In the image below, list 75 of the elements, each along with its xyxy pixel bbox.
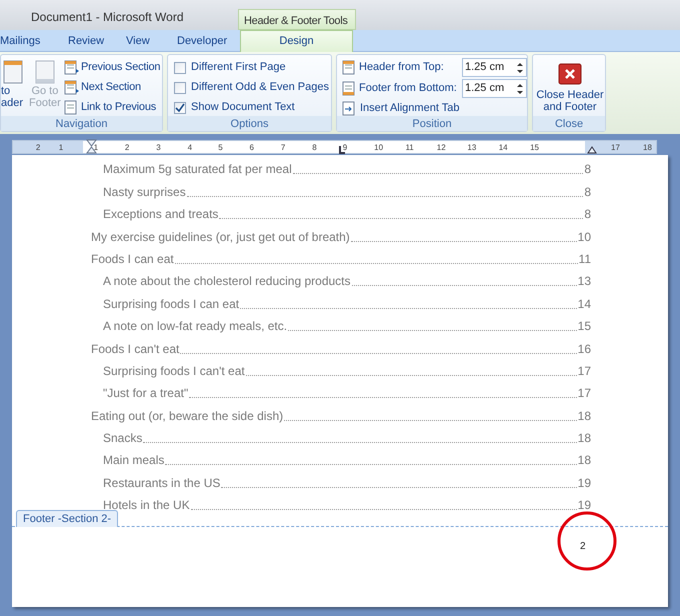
ruler-number: 1: [58, 142, 64, 154]
linked-pages-icon: [63, 100, 79, 115]
ruler-number: 2: [124, 142, 130, 154]
ruler-number: 8: [312, 142, 317, 154]
margin-icon: [341, 81, 357, 96]
ruler-number: 6: [250, 142, 254, 154]
ruler-number: 2: [36, 142, 40, 154]
ribbon-tab[interactable]: Review: [64, 30, 108, 52]
toc-entry[interactable]: "Just for a treat" 17: [91, 382, 591, 404]
group-label: Options: [168, 116, 331, 131]
ruler-number: 18: [643, 142, 652, 154]
ruler-number: 4: [188, 142, 192, 154]
nav-button[interactable]: Previous Section: [63, 59, 160, 76]
group-label: Position: [337, 116, 527, 131]
toc-entry[interactable]: Eating out (or, beware the side dish) 18: [91, 404, 591, 427]
group-label: Navigation: [1, 116, 162, 131]
checkbox-option[interactable]: Different Odd & Even Pages: [174, 79, 329, 96]
nav-button[interactable]: Link to Previous: [63, 99, 160, 116]
ruler-number: 17: [611, 142, 620, 154]
spin-field[interactable]: 1.25 cm: [462, 58, 527, 77]
ribbon-tab[interactable]: Mailings: [0, 30, 44, 52]
ruler-number: 15: [530, 142, 539, 154]
toc-entry[interactable]: Foods I can't eat 16: [91, 337, 591, 360]
insert-tab-button[interactable]: Insert Alignment Tab: [341, 100, 527, 117]
ruler-number: 14: [498, 142, 508, 154]
ruler-number: 12: [436, 142, 446, 154]
toc-entry[interactable]: My exercise guidelines (or, just get out of breath) 10: [91, 225, 591, 248]
page-icon: [1, 59, 25, 85]
toc-entry[interactable]: A note about the cholesterol reducing products 13: [91, 270, 591, 292]
toc-entry[interactable]: Nasty surprises 8: [91, 180, 591, 203]
tab-stop-icon: [337, 144, 347, 154]
close-header-footer-button[interactable]: Close Header and Footer: [537, 63, 603, 113]
ruler-number: 10: [374, 142, 384, 154]
toc-entry[interactable]: Main meals 18: [91, 449, 591, 472]
close-icon: [558, 63, 582, 85]
toc-entry[interactable]: Maximum 5g saturated fat per meal 8: [91, 158, 591, 180]
ribbon-tab[interactable]: Developer: [173, 30, 232, 52]
ruler-number: 1: [94, 142, 98, 154]
ruler-number: 11: [405, 142, 414, 154]
checkbox-option[interactable]: Show Document Text: [174, 99, 329, 116]
ribbon-tab[interactable]: Design: [240, 30, 353, 52]
field-label: Header from Top:: [359, 60, 445, 76]
margin-icon: [341, 60, 357, 75]
go-to-button[interactable]: to ader: [1, 59, 25, 109]
spin-arrows-icon: [516, 82, 524, 94]
toc-entry[interactable]: Restaurants in the US 19: [91, 471, 591, 494]
page-number: 2: [580, 540, 586, 554]
ruler-number: 3: [156, 142, 161, 154]
window-title: Document1 - Microsoft Word: [31, 9, 184, 26]
ruler-number: 9: [342, 142, 348, 154]
page-icon: [32, 59, 57, 85]
checkbox-option[interactable]: Different First Page: [174, 59, 329, 76]
ruler-number: 13: [467, 142, 476, 154]
highlight-circle: [557, 511, 617, 571]
indent-marker-icon: [86, 139, 97, 154]
field-label: Footer from Bottom:: [359, 81, 458, 96]
checkbox[interactable]: [174, 102, 186, 114]
checkmark-icon: [175, 102, 185, 112]
nav-button[interactable]: Next Section: [63, 79, 160, 96]
ruler-number: 7: [280, 142, 286, 154]
toc-entry[interactable]: Exceptions and treats 8: [91, 202, 591, 226]
checkbox[interactable]: [174, 62, 186, 74]
checkbox[interactable]: [174, 82, 186, 94]
ruler-number: 5: [218, 142, 223, 154]
toc-entry[interactable]: Snacks 18: [91, 426, 591, 450]
contextual-tab-label: Header & Footer Tools: [238, 9, 356, 30]
spin-arrows-icon: [516, 62, 524, 74]
toc-entry[interactable]: A note on low-fat ready meals, etc. 15: [91, 314, 591, 338]
toc-entry[interactable]: Surprising foods I can't eat 17: [91, 360, 591, 382]
toc-entry[interactable]: Surprising foods I can eat 14: [91, 292, 591, 315]
ribbon-tab[interactable]: View: [122, 30, 154, 52]
spin-field[interactable]: 1.25 cm: [462, 79, 527, 98]
toc-entry[interactable]: Foods I can eat 11: [91, 248, 591, 270]
group-label: Close: [533, 116, 605, 131]
footer-section-label: Footer -Section 2-: [16, 510, 118, 527]
